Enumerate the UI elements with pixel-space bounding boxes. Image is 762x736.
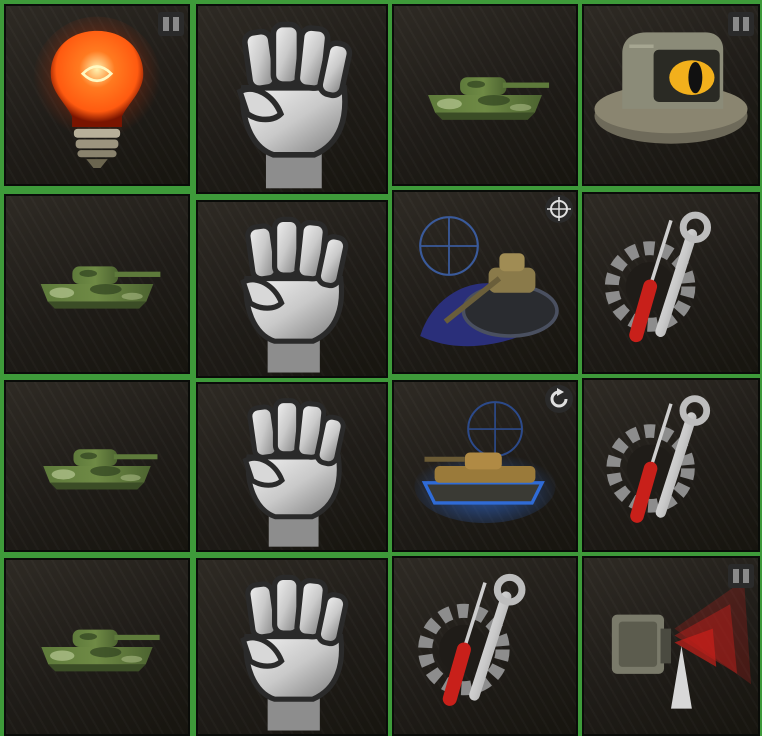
stack-badge-icon (724, 6, 758, 40)
camo-tank-icon (41, 629, 160, 672)
slot-4-3-repair-tools[interactable] (392, 556, 578, 736)
repair-tools-icon (418, 573, 526, 706)
slot-3-2-fist[interactable] (196, 382, 388, 552)
fist-icon (240, 574, 349, 731)
slot-3-4-repair-tools[interactable] (582, 378, 760, 552)
slot-1-1-lightbulb[interactable] (4, 4, 190, 186)
slot-3-1-camo-tank[interactable] (4, 380, 190, 552)
refresh-badge-icon (542, 382, 576, 416)
slot-2-4-repair-tools[interactable] (582, 192, 760, 374)
crosshair-badge-icon (542, 192, 576, 226)
slot-4-4-radio-signal[interactable] (582, 556, 760, 736)
camo-tank-icon (40, 266, 161, 309)
repair-tools-icon (604, 211, 712, 343)
slot-2-1-camo-tank[interactable] (4, 194, 190, 374)
equipment-grid (0, 0, 762, 736)
slot-1-2-fist[interactable] (196, 4, 388, 194)
slot-4-1-camo-tank[interactable] (4, 558, 190, 736)
stack-badge-icon (724, 558, 758, 592)
camo-tank-icon (43, 449, 158, 490)
slot-2-3-target-tank[interactable] (392, 190, 578, 374)
fist-icon (240, 216, 349, 373)
stack-badge-icon (154, 6, 188, 40)
slot-1-3-camo-tank[interactable] (392, 4, 578, 186)
slot-2-2-fist[interactable] (196, 200, 388, 378)
fist-icon (242, 398, 346, 547)
slot-1-4-binocular-bunker[interactable] (582, 4, 760, 186)
repair-tools-icon (606, 395, 711, 523)
fist-icon (236, 21, 353, 189)
slot-3-3-blue-tank[interactable] (392, 380, 578, 552)
slot-4-2-fist[interactable] (196, 558, 388, 736)
camo-tank-icon (428, 77, 550, 120)
